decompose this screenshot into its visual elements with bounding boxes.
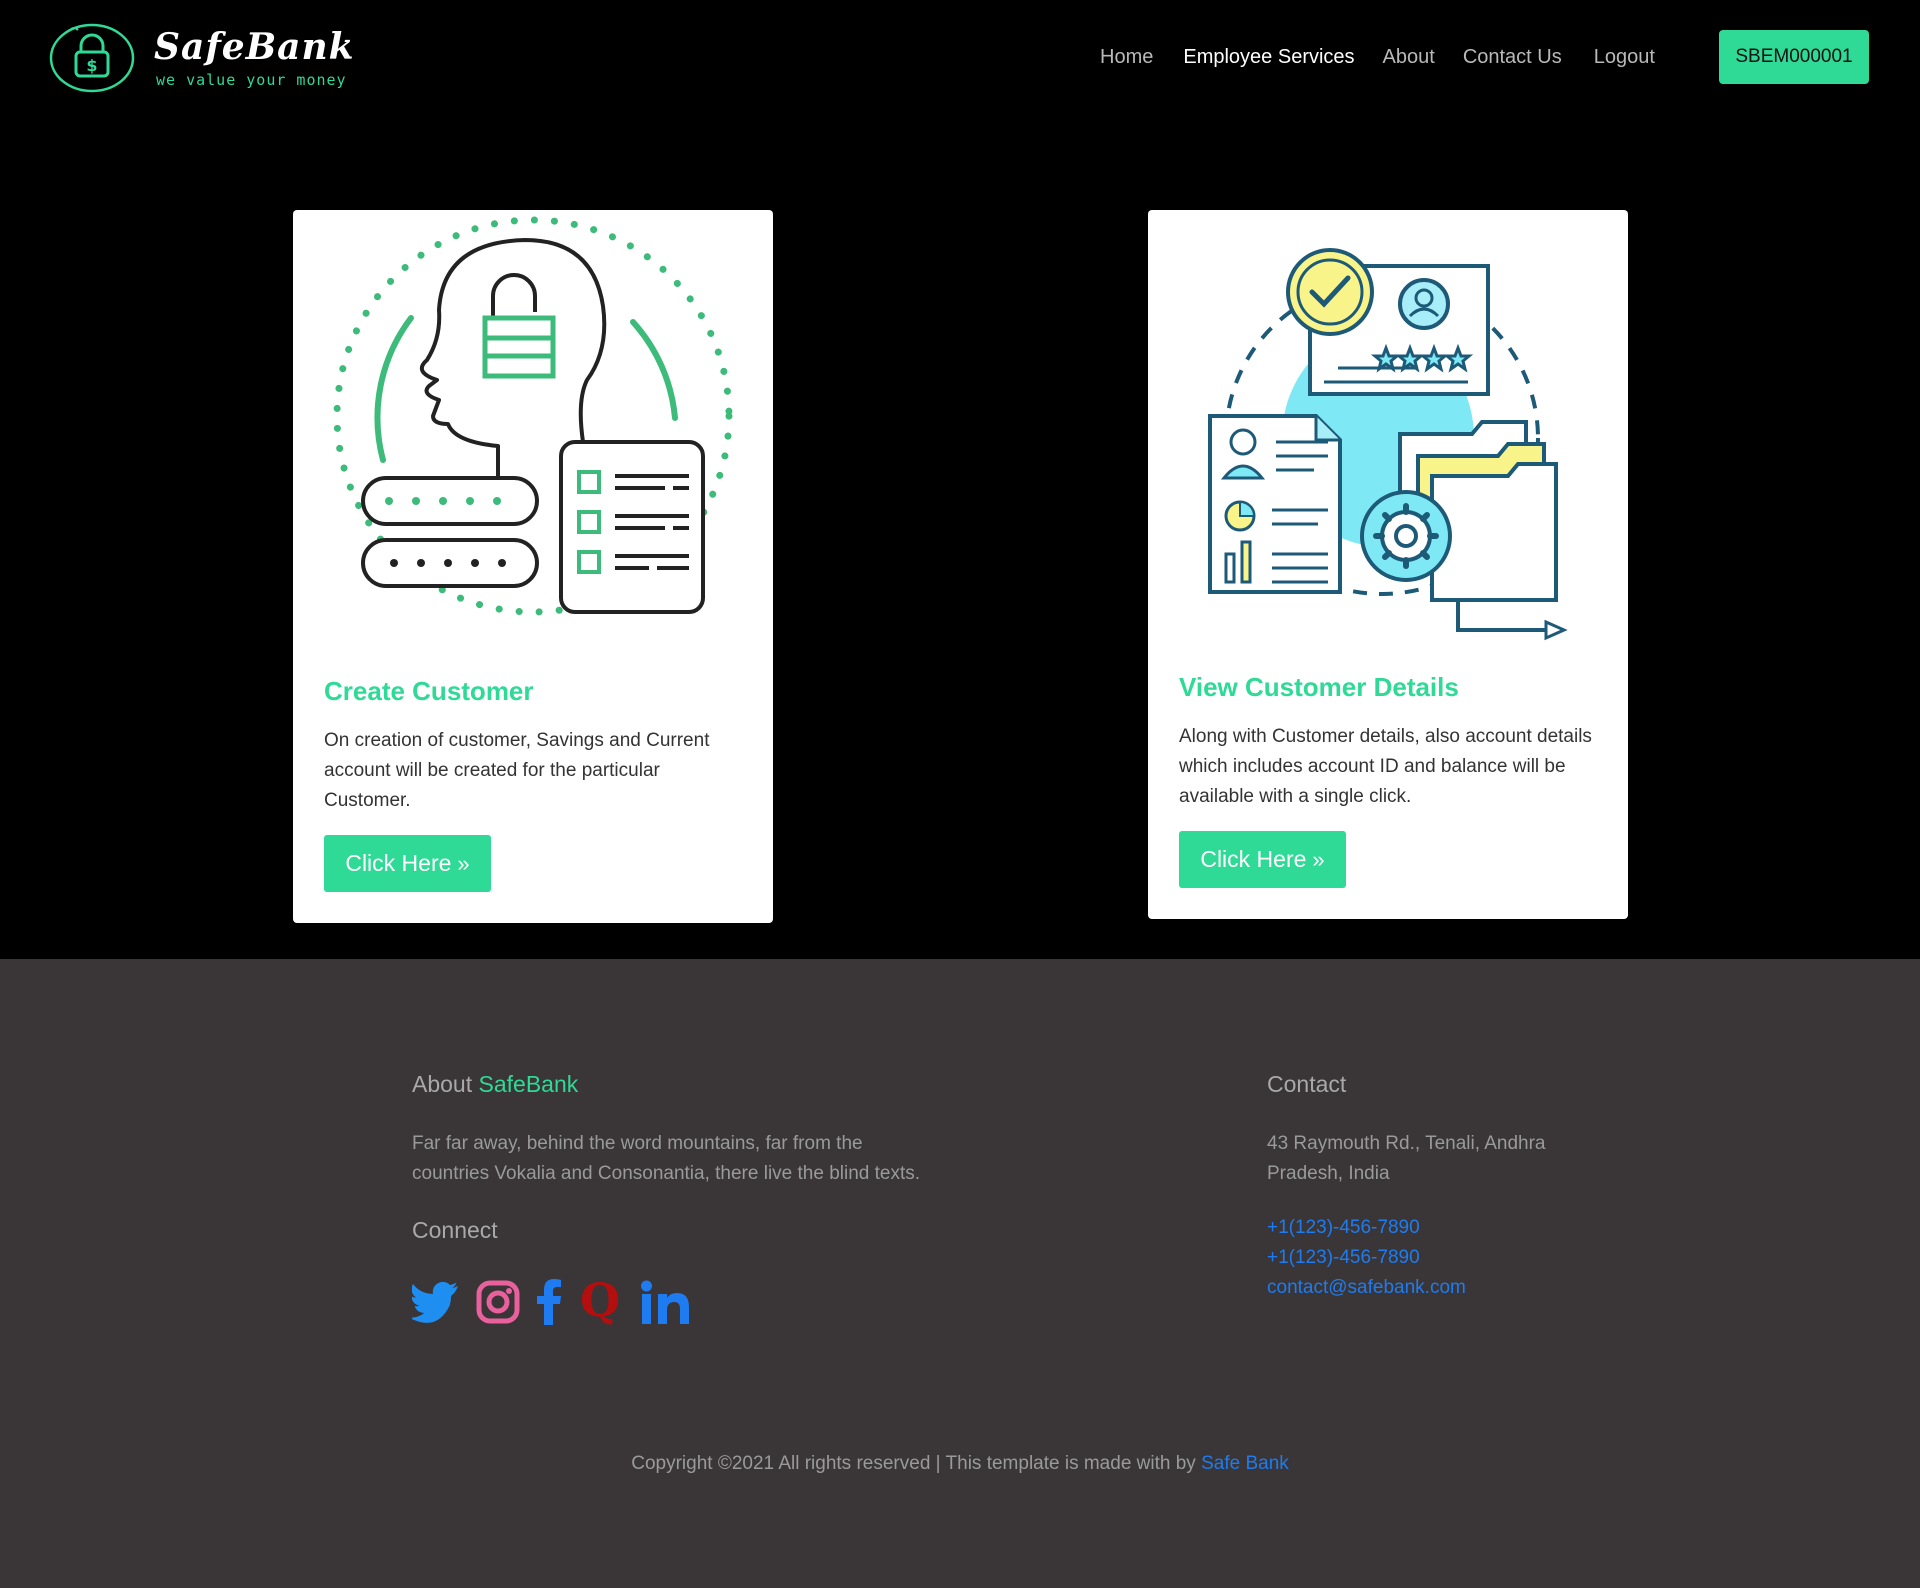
card-description: On creation of customer, Savings and Cur…: [324, 730, 710, 811]
view-customer-details-button[interactable]: Click Here »: [1179, 831, 1346, 888]
instagram-icon[interactable]: [476, 1280, 520, 1324]
linkedin-icon[interactable]: [640, 1280, 690, 1324]
footer-contact-heading: Contact: [1267, 1071, 1347, 1097]
nav-home[interactable]: Home: [1100, 44, 1153, 70]
email-link[interactable]: contact@safebank.com: [1267, 1273, 1607, 1303]
footer-about-heading: About SafeBank: [412, 1069, 932, 1099]
brand-name: SafeBank: [154, 26, 355, 68]
phone-link-2[interactable]: +1(123)-456-7890: [1267, 1243, 1607, 1273]
create-customer-card: Create Customer On creation of customer,…: [293, 210, 773, 923]
svg-text:$: $: [86, 56, 97, 75]
card-title: View Customer Details: [1179, 672, 1459, 702]
nav-contact-us[interactable]: Contact Us: [1463, 44, 1562, 70]
footer: About SafeBank Far far away, behind the …: [0, 959, 1920, 1588]
facebook-icon[interactable]: [536, 1279, 562, 1325]
secure-user-login-icon: [333, 216, 733, 616]
double-chevron-right-icon: »: [1312, 846, 1325, 872]
nav-links: Home Employee Services About Contact Us …: [1100, 44, 1683, 70]
create-customer-button[interactable]: Click Here »: [324, 835, 491, 892]
nav-logout[interactable]: Logout: [1594, 44, 1655, 70]
navbar: $ SafeBank we value your money Home Empl…: [0, 0, 1920, 120]
double-chevron-right-icon: »: [457, 850, 470, 876]
svg-text:Q: Q: [580, 1278, 620, 1326]
footer-connect-heading: Connect: [412, 1217, 498, 1243]
nav-employee-services[interactable]: Employee Services: [1183, 44, 1354, 70]
copyright-text: Copyright ©2021 All rights reserved | Th…: [631, 1453, 1196, 1474]
twitter-icon[interactable]: [412, 1281, 460, 1323]
lock-dollar-logo-icon: $: [49, 23, 135, 93]
footer-address: 43 Raymouth Rd., Tenali, Andhra Pradesh,…: [1267, 1133, 1546, 1184]
social-links: Q: [412, 1278, 932, 1326]
copyright: Copyright ©2021 All rights reserved | Th…: [0, 1453, 1920, 1475]
about-prefix: About: [412, 1071, 473, 1097]
brand[interactable]: $ SafeBank we value your money: [48, 22, 355, 94]
phone-link-1[interactable]: +1(123)-456-7890: [1267, 1213, 1607, 1243]
button-label: Click Here: [1200, 846, 1307, 872]
footer-about-text: Far far away, behind the word mountains,…: [412, 1133, 921, 1184]
view-customer-details-card: View Customer Details Along with Custome…: [1148, 210, 1628, 919]
copyright-link[interactable]: Safe Bank: [1201, 1453, 1289, 1474]
card-description: Along with Customer details, also accoun…: [1179, 726, 1592, 807]
footer-about-section: About SafeBank Far far away, behind the …: [412, 1069, 932, 1326]
card-title: Create Customer: [324, 676, 534, 706]
button-label: Click Here: [345, 850, 452, 876]
brand-tagline: we value your money: [156, 71, 347, 89]
footer-contact-section: Contact 43 Raymouth Rd., Tenali, Andhra …: [1267, 1069, 1607, 1303]
customer-profile-documents-icon: [1208, 248, 1568, 641]
user-id-button[interactable]: SBEM000001: [1719, 30, 1869, 84]
nav-about[interactable]: About: [1383, 44, 1435, 70]
quora-icon[interactable]: Q: [578, 1278, 624, 1326]
about-brand: SafeBank: [478, 1071, 579, 1097]
